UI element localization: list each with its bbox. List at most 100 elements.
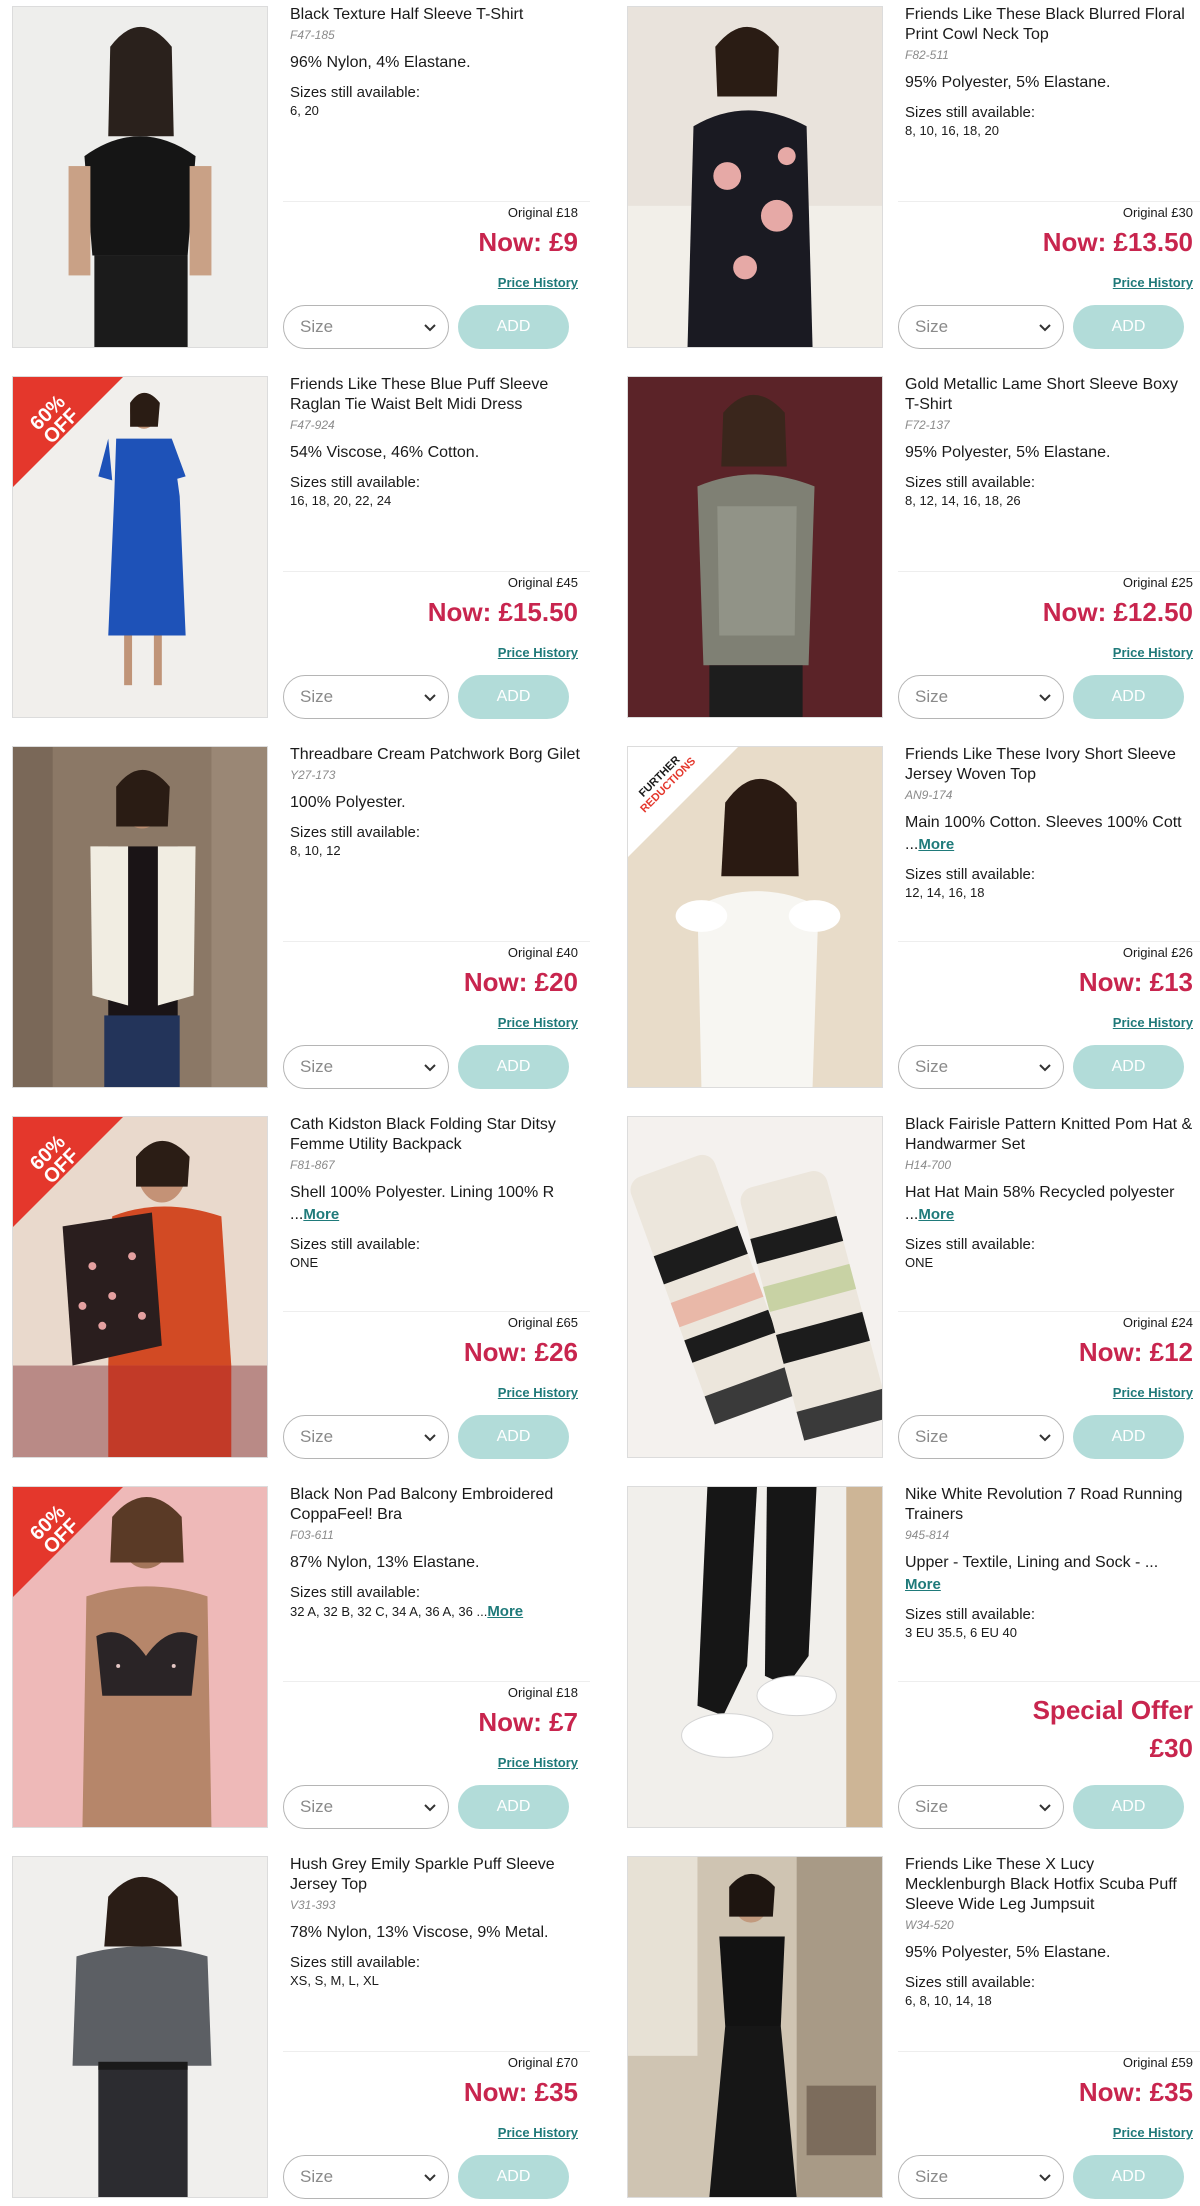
product-image[interactable] bbox=[627, 1856, 883, 2198]
price-history-link[interactable]: Price History bbox=[498, 1015, 578, 1030]
product-image[interactable] bbox=[627, 6, 883, 348]
sizes-available: 8, 10, 16, 18, 20 bbox=[905, 123, 999, 138]
size-placeholder: Size bbox=[300, 317, 334, 336]
product-title[interactable]: Black Fairisle Pattern Knitted Pom Hat &… bbox=[905, 1115, 1195, 1155]
sizes-available: 12, 14, 16, 18 bbox=[905, 885, 985, 900]
size-select[interactable]: Size bbox=[283, 1785, 449, 1829]
price-history-link[interactable]: Price History bbox=[1113, 1385, 1193, 1400]
sizes-available: 16, 18, 20, 22, 24 bbox=[290, 493, 392, 508]
price-history-link[interactable]: Price History bbox=[498, 645, 578, 660]
size-select[interactable]: Size bbox=[283, 1415, 449, 1459]
product-info: Gold Metallic Lame Short Sleeve Boxy T-S… bbox=[898, 375, 1200, 745]
product-image[interactable] bbox=[12, 6, 268, 348]
sizes-label: Sizes still available: bbox=[290, 1954, 421, 1971]
price-history-link[interactable]: Price History bbox=[498, 2125, 578, 2140]
product-image[interactable]: 60% OFF bbox=[12, 376, 268, 718]
sizes-label: Sizes still available: bbox=[905, 1236, 1036, 1253]
more-link[interactable]: More bbox=[918, 836, 954, 853]
size-select[interactable]: Size bbox=[898, 1415, 1064, 1459]
more-link[interactable]: More bbox=[487, 1603, 523, 1620]
original-price: Original £45 bbox=[507, 575, 578, 590]
add-button[interactable]: ADD bbox=[1073, 305, 1184, 349]
sale-price: Now: £35 bbox=[1078, 2077, 1193, 2107]
sizes-available: 8, 10, 12 bbox=[290, 843, 341, 858]
special-offer: Special Offer £30 bbox=[1033, 1691, 1193, 1767]
add-button[interactable]: ADD bbox=[1073, 2155, 1184, 2199]
divider bbox=[283, 571, 590, 572]
price-history-link[interactable]: Price History bbox=[1113, 1015, 1193, 1030]
price-history-link[interactable]: Price History bbox=[498, 275, 578, 290]
add-button[interactable]: ADD bbox=[458, 2155, 569, 2199]
product-image[interactable] bbox=[627, 376, 883, 718]
product-title[interactable]: Friends Like These X Lucy Mecklenburgh B… bbox=[905, 1855, 1195, 1915]
product-info: Friends Like These Blue Puff Sleeve Ragl… bbox=[283, 375, 590, 745]
add-button[interactable]: ADD bbox=[1073, 1785, 1184, 1829]
chevron-down-icon bbox=[424, 1434, 436, 1442]
divider bbox=[283, 1311, 590, 1312]
product-image[interactable]: 60% OFF bbox=[12, 1116, 268, 1458]
product-title[interactable]: Friends Like These Blue Puff Sleeve Ragl… bbox=[290, 375, 580, 415]
original-price: Original £30 bbox=[1122, 205, 1193, 220]
add-button[interactable]: ADD bbox=[458, 675, 569, 719]
original-price: Original £70 bbox=[507, 2055, 578, 2070]
chevron-down-icon bbox=[1039, 2174, 1051, 2182]
more-link[interactable]: More bbox=[905, 1576, 941, 1593]
add-button[interactable]: ADD bbox=[458, 1415, 569, 1459]
product-code: W34-520 bbox=[905, 1918, 954, 1932]
size-select[interactable]: Size bbox=[898, 1785, 1064, 1829]
size-placeholder: Size bbox=[300, 1427, 334, 1446]
product-title[interactable]: Gold Metallic Lame Short Sleeve Boxy T-S… bbox=[905, 375, 1195, 415]
size-select[interactable]: Size bbox=[898, 2155, 1064, 2199]
more-link[interactable]: More bbox=[918, 1206, 954, 1223]
sale-price: Now: £13.50 bbox=[1042, 227, 1193, 257]
add-button[interactable]: ADD bbox=[1073, 1045, 1184, 1089]
product-code: F72-137 bbox=[905, 418, 950, 432]
product-material: Upper - Textile, Lining and Sock - ... Mo… bbox=[905, 1552, 1195, 1596]
product-title[interactable]: Friends Like These Black Blurred Floral … bbox=[905, 5, 1195, 45]
more-link[interactable]: More bbox=[303, 1206, 339, 1223]
divider bbox=[283, 2051, 590, 2052]
add-button[interactable]: ADD bbox=[458, 305, 569, 349]
price-history-link[interactable]: Price History bbox=[498, 1755, 578, 1770]
product-info: Friends Like These Black Blurred Floral … bbox=[898, 5, 1200, 375]
sizes-label: Sizes still available: bbox=[290, 1584, 421, 1601]
product-title[interactable]: Nike White Revolution 7 Road Running Tra… bbox=[905, 1485, 1195, 1525]
product-image[interactable] bbox=[627, 1486, 883, 1828]
add-button[interactable]: ADD bbox=[458, 1045, 569, 1089]
discount-badge: 60% OFF bbox=[13, 1487, 123, 1597]
size-select[interactable]: Size bbox=[898, 305, 1064, 349]
sizes-available: ONE bbox=[290, 1255, 319, 1270]
product-title[interactable]: Friends Like These Ivory Short Sleeve Je… bbox=[905, 745, 1195, 785]
size-select[interactable]: Size bbox=[283, 2155, 449, 2199]
product-image[interactable] bbox=[627, 1116, 883, 1458]
sale-price: Now: £12 bbox=[1078, 1337, 1193, 1367]
add-button[interactable]: ADD bbox=[1073, 1415, 1184, 1459]
price-history-link[interactable]: Price History bbox=[1113, 2125, 1193, 2140]
product-code: 945-814 bbox=[905, 1528, 950, 1542]
size-select[interactable]: Size bbox=[898, 1045, 1064, 1089]
size-placeholder: Size bbox=[915, 687, 949, 706]
product-image[interactable] bbox=[12, 1856, 268, 2198]
size-select[interactable]: Size bbox=[898, 675, 1064, 719]
price-history-link[interactable]: Price History bbox=[1113, 275, 1193, 290]
size-select[interactable]: Size bbox=[283, 1045, 449, 1089]
price-history-link[interactable]: Price History bbox=[498, 1385, 578, 1400]
add-button[interactable]: ADD bbox=[458, 1785, 569, 1829]
sizes-label: Sizes still available: bbox=[905, 1974, 1036, 1991]
add-button[interactable]: ADD bbox=[1073, 675, 1184, 719]
product-info: Threadbare Cream Patchwork Borg Gilet Y2… bbox=[283, 745, 590, 1115]
product-material: 95% Polyester, 5% Elastane. bbox=[905, 1944, 1111, 1961]
product-image[interactable] bbox=[12, 746, 268, 1088]
product-title[interactable]: Black Texture Half Sleeve T-Shirt bbox=[290, 5, 580, 25]
product-title[interactable]: Cath Kidston Black Folding Star Ditsy Fe… bbox=[290, 1115, 580, 1155]
product-title[interactable]: Threadbare Cream Patchwork Borg Gilet bbox=[290, 745, 580, 765]
size-select[interactable]: Size bbox=[283, 675, 449, 719]
price-history-link[interactable]: Price History bbox=[1113, 645, 1193, 660]
product-image[interactable]: FURTHER REDUCTIONS bbox=[627, 746, 883, 1088]
product-image[interactable]: 60% OFF bbox=[12, 1486, 268, 1828]
product-title[interactable]: Hush Grey Emily Sparkle Puff Sleeve Jers… bbox=[290, 1855, 580, 1895]
size-select[interactable]: Size bbox=[283, 305, 449, 349]
original-price: Original £26 bbox=[1122, 945, 1193, 960]
product-title[interactable]: Black Non Pad Balcony Embroidered CoppaF… bbox=[290, 1485, 580, 1525]
divider bbox=[898, 1311, 1200, 1312]
